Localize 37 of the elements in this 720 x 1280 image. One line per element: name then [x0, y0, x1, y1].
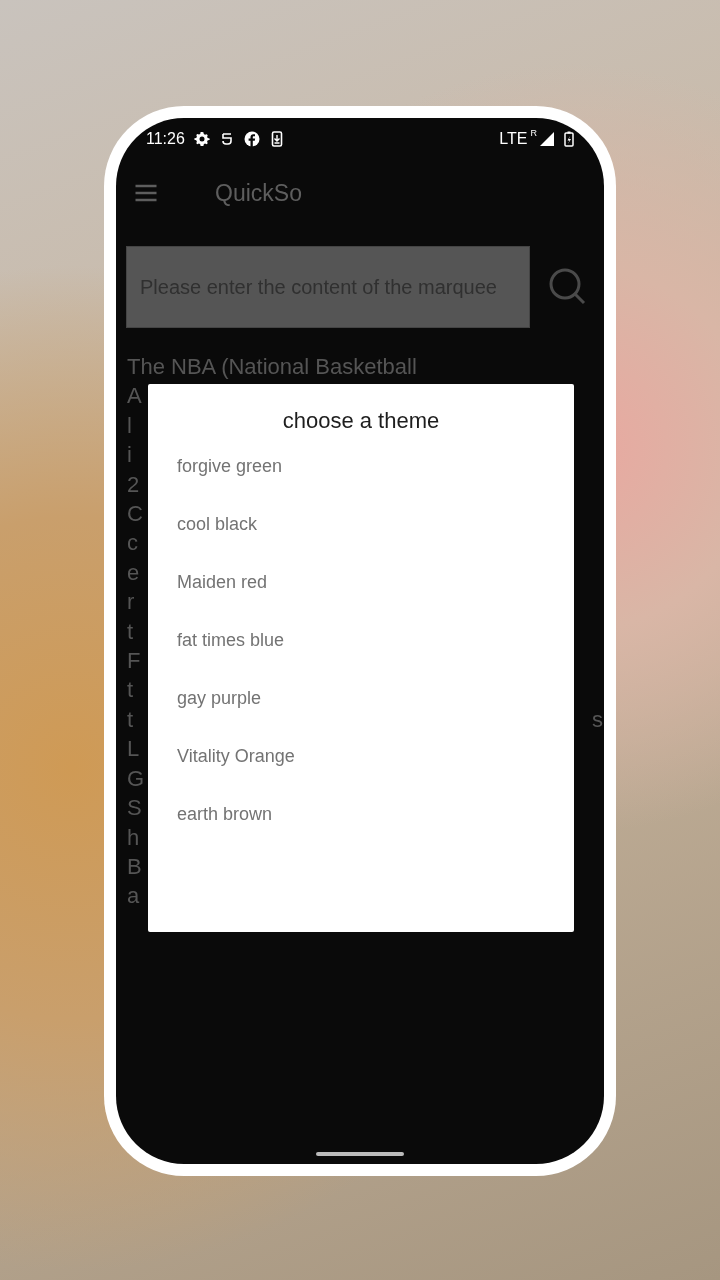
- theme-option[interactable]: earth brown: [177, 798, 545, 856]
- network-type: LTE: [499, 130, 528, 148]
- article-text: r: [127, 588, 135, 617]
- article-text: l: [127, 411, 132, 440]
- theme-option[interactable]: Maiden red: [177, 566, 545, 624]
- article-text: t: [127, 617, 134, 646]
- article-text: B: [127, 852, 142, 881]
- app-title: QuickSo: [215, 179, 302, 207]
- article-text: F: [127, 647, 141, 676]
- article-text: s: [592, 705, 603, 734]
- article-text: C: [127, 500, 143, 529]
- theme-option[interactable]: forgive green: [177, 450, 545, 508]
- article-text: A: [127, 382, 142, 411]
- theme-option[interactable]: gay purple: [177, 682, 545, 740]
- theme-option[interactable]: fat times blue: [177, 624, 545, 682]
- article-text: 2: [127, 470, 140, 499]
- article-text: t: [127, 705, 134, 734]
- settings-icon: [193, 131, 210, 147]
- signal-icon: [539, 131, 555, 147]
- roaming-indicator: R: [530, 128, 537, 138]
- facebook-icon: [243, 131, 260, 147]
- article-text: S: [127, 794, 142, 823]
- article-text: c: [127, 529, 138, 558]
- article-text: t: [127, 676, 134, 705]
- article-text: h: [127, 823, 140, 852]
- article-text: a: [127, 882, 140, 911]
- status-time: 11:26: [146, 130, 185, 148]
- article-text: The NBA (National Basketball: [127, 353, 417, 381]
- dialog-title: choose a theme: [281, 408, 441, 434]
- article-text: e: [127, 558, 140, 587]
- search-icon[interactable]: [548, 267, 588, 307]
- battery-icon: [564, 131, 574, 147]
- article-text: i: [127, 441, 132, 470]
- article-text: L: [127, 735, 140, 764]
- theme-option[interactable]: Vitality Orange: [177, 740, 545, 798]
- theme-option[interactable]: cool black: [177, 508, 545, 566]
- article-text: G: [127, 764, 145, 793]
